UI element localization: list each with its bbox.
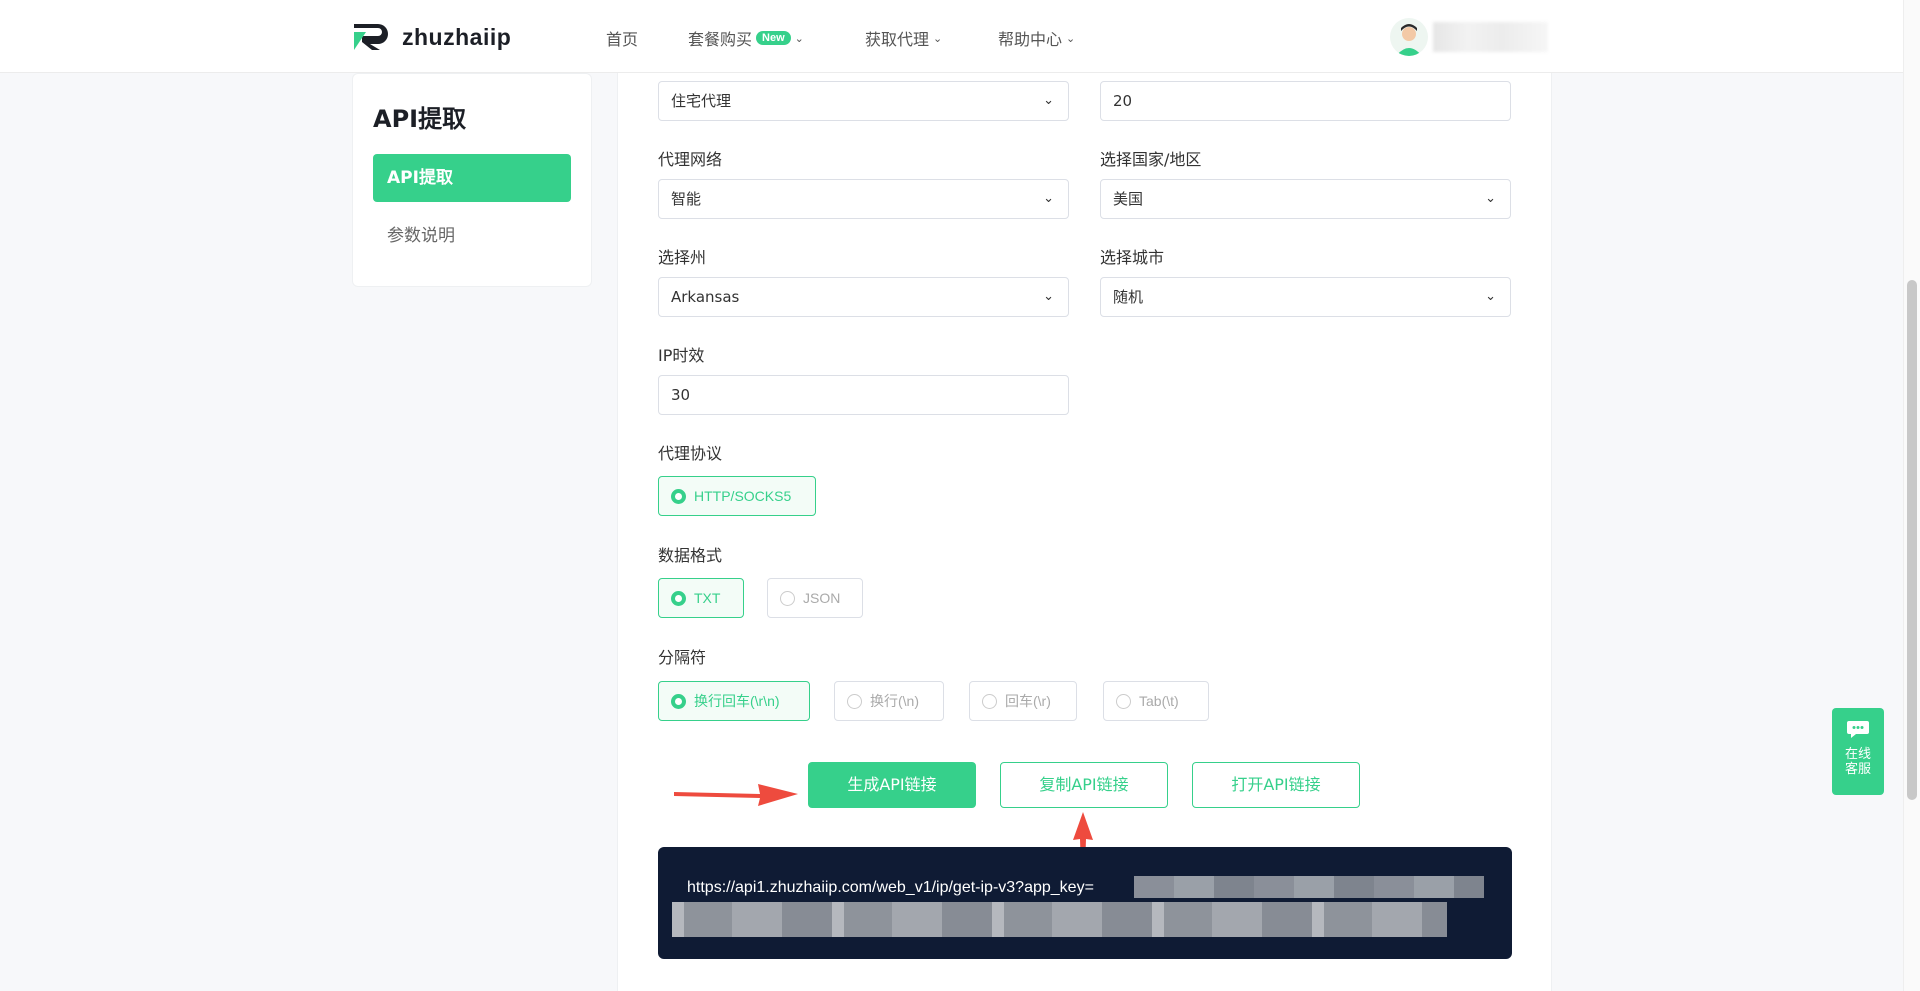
chevron-down-icon: ⌄	[1043, 191, 1054, 206]
chevron-down-icon: ⌄	[1485, 191, 1496, 206]
username-redacted	[1433, 22, 1548, 52]
radio-dot	[780, 590, 795, 606]
separator-label: 分隔符	[658, 648, 707, 667]
logo-icon	[354, 24, 388, 50]
chevron-down-icon: ⌄	[1066, 31, 1076, 45]
format-radio-json[interactable]: JSON	[767, 578, 863, 618]
separator-radio-cr[interactable]: 回车(\r)	[969, 681, 1077, 721]
chevron-down-icon: ⌄	[794, 31, 804, 45]
country-select[interactable]: 美国 ⌄	[1100, 179, 1511, 219]
radio-label: 换行回车(\r\n)	[694, 693, 780, 709]
country-label: 选择国家/地区	[1100, 150, 1202, 169]
radio-label: HTTP/SOCKS5	[694, 488, 792, 504]
chevron-down-icon: ⌄	[1043, 289, 1054, 304]
nav-help-label: 帮助中心	[998, 30, 1063, 49]
brand-logo[interactable]: zhuzhaiip	[352, 22, 511, 52]
scrollbar-thumb[interactable]	[1907, 280, 1917, 800]
sidebar: API提取 API提取 参数说明	[352, 73, 592, 287]
ip-duration-input[interactable]: 30	[658, 375, 1069, 415]
chevron-down-icon: ⌄	[1485, 289, 1496, 304]
service-label-line2: 客服	[1844, 762, 1871, 777]
ip-duration-label: IP时效	[658, 346, 705, 365]
generate-api-link-button[interactable]: 生成API链接	[808, 762, 976, 808]
sidebar-item-param-docs[interactable]: 参数说明	[387, 221, 455, 246]
api-url-text: https://api1.zhuzhaiip.com/web_v1/ip/get…	[687, 879, 1094, 896]
city-label: 选择城市	[1100, 248, 1165, 267]
radio-label: Tab(\t)	[1139, 693, 1179, 709]
state-select[interactable]: Arkansas ⌄	[658, 277, 1069, 317]
sidebar-item-api-extract[interactable]: API提取	[373, 154, 571, 202]
state-label: 选择州	[658, 248, 707, 267]
chevron-down-icon: ⌄	[1043, 93, 1054, 108]
protocol-label: 代理协议	[658, 444, 723, 463]
radio-dot	[847, 693, 862, 709]
radio-dot	[982, 693, 997, 709]
ip-duration-value: 30	[671, 386, 691, 404]
city-select[interactable]: 随机 ⌄	[1100, 277, 1511, 317]
network-label: 代理网络	[658, 150, 723, 169]
separator-radio-crlf[interactable]: 换行回车(\r\n)	[658, 681, 810, 721]
network-value: 智能	[671, 190, 702, 208]
nav-home[interactable]: 首页	[606, 26, 638, 50]
city-value: 随机	[1113, 288, 1144, 306]
sidebar-title: API提取	[373, 105, 467, 133]
redacted-app-key	[1134, 876, 1484, 898]
radio-label: TXT	[694, 590, 721, 606]
service-label-line1: 在线	[1844, 747, 1871, 762]
nav-help[interactable]: 帮助中心 ⌄	[998, 26, 1075, 50]
radio-label: JSON	[803, 590, 841, 606]
nav-get-proxy[interactable]: 获取代理 ⌄	[865, 26, 942, 50]
nav-packages[interactable]: 套餐购买 New ⌄	[688, 26, 804, 50]
state-value: Arkansas	[671, 288, 740, 306]
format-label: 数据格式	[658, 546, 723, 565]
online-service-button[interactable]: 在线 客服	[1832, 708, 1884, 795]
copy-api-link-button[interactable]: 复制API链接	[1000, 762, 1168, 808]
country-value: 美国	[1113, 190, 1144, 208]
chevron-down-icon: ⌄	[933, 31, 943, 45]
quantity-input[interactable]: 20	[1100, 81, 1511, 121]
radio-dot	[1116, 693, 1131, 709]
radio-label: 回车(\r)	[1005, 693, 1051, 709]
radio-dot	[671, 590, 686, 606]
api-link-result[interactable]: https://api1.zhuzhaiip.com/web_v1/ip/get…	[658, 847, 1512, 959]
protocol-radio-http-socks5[interactable]: HTTP/SOCKS5	[658, 476, 816, 516]
proxy-type-value: 住宅代理	[671, 92, 732, 110]
chat-bubble-icon	[1832, 718, 1884, 744]
radio-dot	[671, 693, 686, 709]
nav-home-label: 首页	[606, 30, 639, 49]
top-header: zhuzhaiip 首页 套餐购买 New ⌄ 获取代理 ⌄ 帮助中心 ⌄	[0, 0, 1903, 73]
separator-radio-tab[interactable]: Tab(\t)	[1103, 681, 1209, 721]
network-select[interactable]: 智能 ⌄	[658, 179, 1069, 219]
open-api-link-button[interactable]: 打开API链接	[1192, 762, 1360, 808]
quantity-value: 20	[1113, 92, 1133, 110]
avatar[interactable]	[1390, 18, 1428, 56]
new-badge: New	[756, 31, 791, 45]
radio-dot	[671, 488, 686, 504]
nav-get-proxy-label: 获取代理	[865, 30, 930, 49]
redacted-url-tail	[672, 902, 1447, 937]
format-radio-txt[interactable]: TXT	[658, 578, 744, 618]
user-avatar-icon	[1396, 24, 1422, 56]
brand-name: zhuzhaiip	[402, 23, 512, 50]
radio-label: 换行(\n)	[870, 693, 919, 709]
proxy-type-select[interactable]: 住宅代理 ⌄	[658, 81, 1069, 121]
page-scrollbar[interactable]	[1903, 0, 1920, 991]
annotation-arrow-right	[674, 784, 798, 806]
nav-packages-label: 套餐购买	[688, 30, 753, 49]
separator-radio-lf[interactable]: 换行(\n)	[834, 681, 944, 721]
